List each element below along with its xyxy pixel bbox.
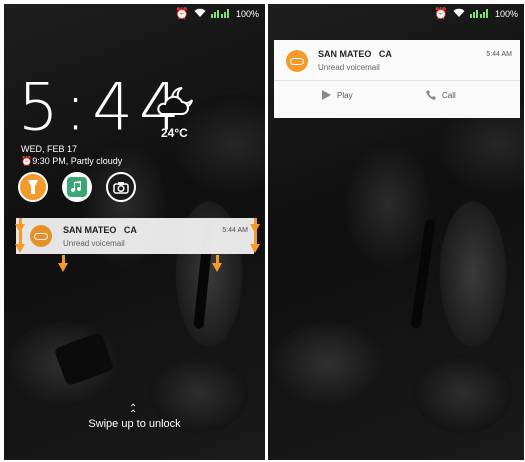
notification-title: SAN MATEO CA — [63, 225, 137, 235]
wallpaper-detail — [53, 331, 115, 387]
music-shortcut[interactable] — [62, 172, 92, 202]
gesture-arrow — [62, 255, 65, 263]
signal-icon — [469, 8, 490, 21]
chevron-up-icon: ⌃ ⌃ — [129, 403, 138, 420]
battery-text: 100% — [494, 9, 518, 19]
alarm-icon: ⏰ — [434, 7, 448, 20]
flashlight-shortcut[interactable] — [18, 172, 48, 202]
notification-title: SAN MATEO CA — [318, 49, 392, 59]
phone-icon — [426, 90, 436, 100]
status-bar: ⏰ 100% — [268, 4, 524, 24]
temperature: 24°C — [161, 126, 188, 140]
notification-subtitle: Unread voicemail — [318, 63, 380, 72]
notification-card[interactable]: SAN MATEO CA Unread voicemail 5:44 AM — [16, 218, 254, 254]
wifi-icon — [194, 8, 206, 21]
play-label: Play — [337, 90, 353, 100]
notification-time: 5:44 AM — [222, 227, 248, 234]
alarm-info: ⏰9:30 PM, Partly cloudy — [21, 156, 122, 167]
play-icon — [322, 90, 331, 100]
play-button[interactable]: Play — [322, 90, 353, 100]
divider — [274, 80, 520, 81]
gesture-arrow — [250, 244, 260, 253]
date: WED, FEB 17 — [21, 144, 78, 154]
alarm-weather-text: 9:30 PM, Partly cloudy — [32, 156, 123, 166]
alarm-icon: ⏰ — [175, 7, 189, 20]
weather-icon — [154, 84, 196, 120]
lock-screen: ⏰ 100% 5:44 24°C WED, FEB 17 ⏰9:30 PM, P… — [4, 4, 265, 460]
gesture-arrow — [250, 224, 260, 233]
gesture-arrow — [216, 255, 219, 263]
unlock-hint[interactable]: Swipe up to unlock — [4, 418, 265, 430]
camera-shortcut[interactable] — [106, 172, 136, 202]
gesture-arrow — [212, 263, 222, 272]
voicemail-icon — [286, 50, 308, 72]
gesture-arrow — [58, 263, 68, 272]
status-bar: ⏰ 100% — [4, 4, 265, 24]
notification-time: 5:44 AM — [486, 51, 512, 58]
gesture-arrow — [15, 244, 25, 253]
wallpaper-detail — [410, 218, 436, 330]
call-label: Call — [442, 90, 456, 100]
gesture-arrow — [15, 224, 25, 233]
voicemail-icon — [30, 225, 52, 247]
music-icon — [67, 177, 87, 197]
signal-icon — [210, 8, 231, 21]
quick-apps — [18, 172, 136, 202]
camera-icon — [113, 181, 129, 194]
alarm-small-icon: ⏰ — [21, 156, 33, 166]
call-button[interactable]: Call — [426, 90, 456, 100]
notification-card-expanded[interactable]: SAN MATEO CA Unread voicemail 5:44 AM Pl… — [274, 40, 520, 118]
expanded-notification-screen: ⏰ 100% SAN MATEO CA Unread voicemail 5:4… — [268, 4, 524, 460]
flashlight-icon — [28, 180, 38, 194]
notification-subtitle: Unread voicemail — [63, 239, 125, 248]
wifi-icon — [453, 8, 465, 21]
battery-text: 100% — [235, 9, 259, 19]
